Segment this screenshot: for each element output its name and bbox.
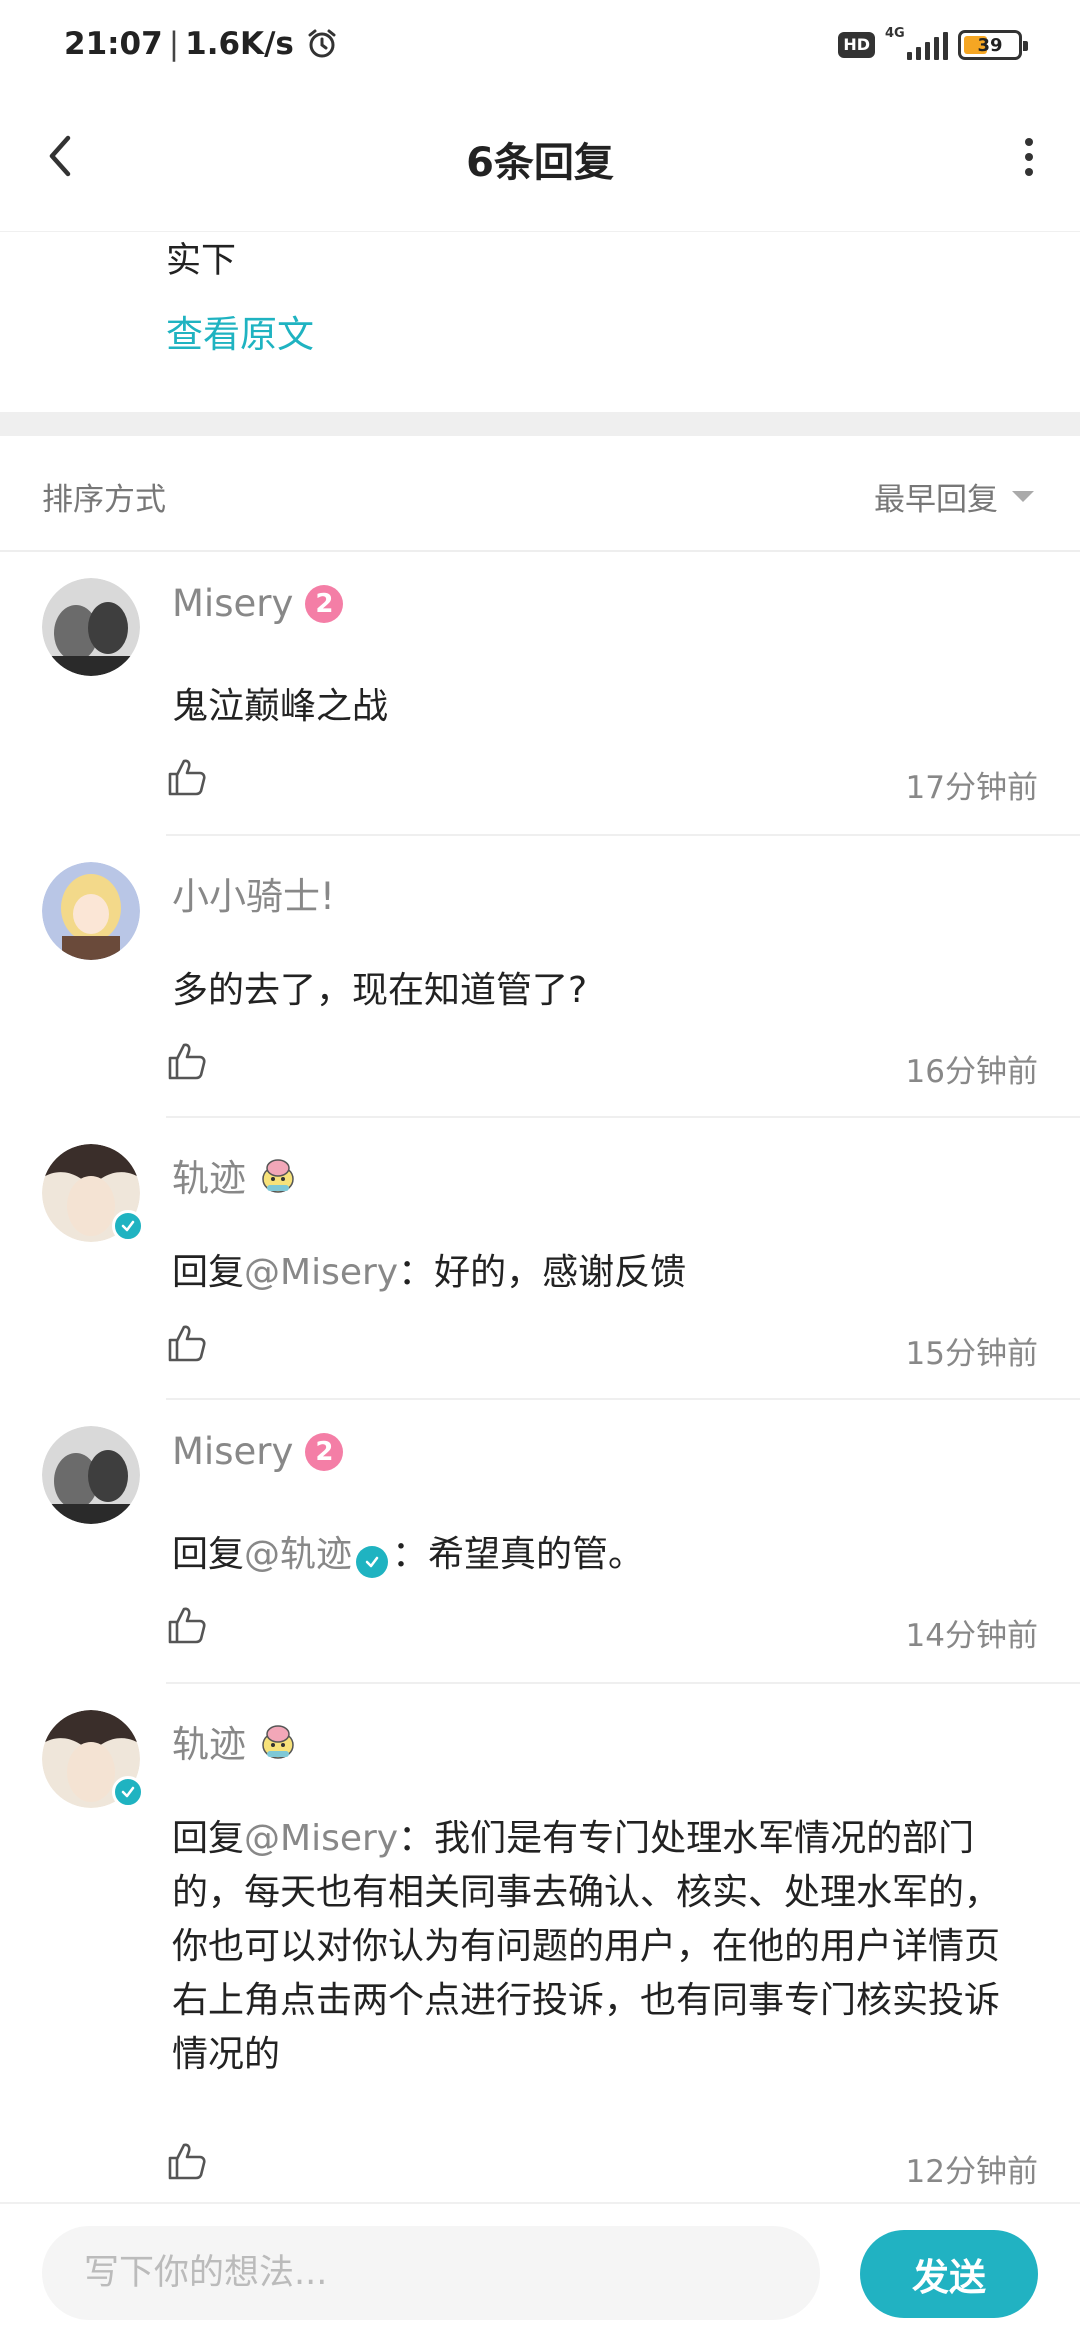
level-badge: 2 [305, 1432, 344, 1471]
name-row: 轨迹 [172, 1714, 298, 1768]
verified-badge-icon [356, 1546, 389, 1578]
reply-time: 12分钟前 [905, 2154, 1038, 2190]
reply-item: 轨迹 回复@Misery：我们是有专门处理水军情况的部门的，每天也有相关同事去确… [0, 1684, 1080, 2202]
reply-item: 轨迹 回复@Misery：好的，感谢反馈 15分钟前 [0, 1118, 1080, 1400]
avatar[interactable] [42, 862, 140, 960]
reply-content: 多的去了，现在知道管了? [172, 964, 1026, 1018]
reply-time: 17分钟前 [905, 770, 1038, 806]
battery-icon: 39 [958, 30, 1028, 60]
view-original-link[interactable]: 查看原文 [166, 304, 314, 358]
verified-badge-icon [112, 1776, 144, 1808]
battery-level: 39 [977, 34, 1003, 56]
reply-text: 多的去了，现在知道管了? [172, 970, 588, 1011]
sort-dropdown[interactable]: 最早回复 [874, 474, 1034, 519]
status-separator: | [168, 26, 180, 62]
mention-link[interactable]: @Misery [244, 1252, 398, 1293]
comment-input[interactable] [42, 2226, 820, 2320]
status-right: HD 4G 39 [838, 26, 1028, 60]
send-button[interactable]: 发送 [860, 2230, 1038, 2318]
reply-text: ：希望真的管。 [392, 1534, 645, 1575]
reply-prefix: 回复 [172, 1818, 245, 1859]
avatar[interactable] [42, 1710, 144, 1808]
mascot-badge-icon [262, 1159, 294, 1193]
header: 6条回复 [0, 96, 1080, 232]
sort-value: 最早回复 [874, 482, 998, 518]
original-post-excerpt: 实下 查看原文 [0, 232, 1080, 412]
reply-time: 14分钟前 [905, 1618, 1038, 1654]
reply-content: 鬼泣巅峰之战 [172, 680, 1026, 734]
username[interactable]: 小小骑士! [172, 866, 335, 920]
reply-prefix: 回复 [172, 1252, 245, 1293]
thumbs-up-icon[interactable] [166, 1604, 208, 1646]
reply-time: 16分钟前 [905, 1054, 1038, 1090]
avatar[interactable] [42, 1144, 144, 1242]
reply-time: 15分钟前 [905, 1336, 1038, 1372]
mention-link[interactable]: @轨迹 [244, 1534, 352, 1575]
level-badge: 2 [305, 584, 344, 623]
thumbs-up-icon[interactable] [166, 2140, 208, 2182]
network-speed: 1.6K/s [185, 26, 294, 62]
sort-row: 排序方式 最早回复 [0, 436, 1080, 552]
caret-down-icon [1012, 491, 1034, 502]
status-left: 21:07 | 1.6K/s [64, 26, 338, 62]
username[interactable]: Misery [172, 582, 293, 625]
username[interactable]: 轨迹 [172, 1714, 246, 1768]
thumbs-up-icon[interactable] [166, 1040, 208, 1082]
comment-bar: 发送 [0, 2202, 1080, 2340]
thumbs-up-icon[interactable] [166, 756, 208, 798]
name-row: 小小骑士! [172, 866, 335, 920]
reply-item: Misery 2 鬼泣巅峰之战 17分钟前 [0, 552, 1080, 836]
reply-content: 回复@Misery：好的，感谢反馈 [172, 1246, 1026, 1300]
signal-icon: 4G [885, 26, 948, 60]
sort-label: 排序方式 [42, 482, 166, 518]
avatar[interactable] [42, 578, 140, 676]
mascot-badge-icon [262, 1725, 294, 1759]
network-type: 4G [885, 26, 905, 41]
reply-prefix: 回复 [172, 1534, 245, 1575]
reply-content: 回复@Misery：我们是有专门处理水军情况的部门的，每天也有相关同事去确认、核… [172, 1812, 1026, 2082]
avatar[interactable] [42, 1426, 140, 1524]
name-row: 轨迹 [172, 1148, 298, 1202]
thumbs-up-icon[interactable] [166, 1322, 208, 1364]
name-row: Misery 2 [172, 1430, 344, 1473]
status-bar: 21:07 | 1.6K/s HD 4G 39 [0, 0, 1080, 96]
reply-text: ：好的，感谢反馈 [398, 1252, 687, 1293]
alarm-clock-icon [308, 29, 336, 58]
post-tail-text: 实下 [166, 241, 237, 281]
username[interactable]: 轨迹 [172, 1148, 246, 1202]
status-time: 21:07 [64, 26, 163, 62]
hd-badge: HD [838, 32, 875, 58]
page-title: 6条回复 [466, 140, 614, 186]
reply-item: Misery 2 回复@轨迹 ：希望真的管。 14分钟前 [0, 1400, 1080, 1684]
reply-content: 回复@轨迹 ：希望真的管。 [172, 1528, 1026, 1582]
name-row: Misery 2 [172, 582, 344, 625]
reply-text: 鬼泣巅峰之战 [172, 686, 389, 727]
reply-item: 小小骑士! 多的去了，现在知道管了? 16分钟前 [0, 836, 1080, 1118]
mention-link[interactable]: @Misery [244, 1818, 398, 1859]
section-divider [0, 412, 1080, 436]
more-vertical-icon[interactable] [1014, 132, 1044, 182]
verified-badge-icon [112, 1210, 144, 1242]
username[interactable]: Misery [172, 1430, 293, 1473]
